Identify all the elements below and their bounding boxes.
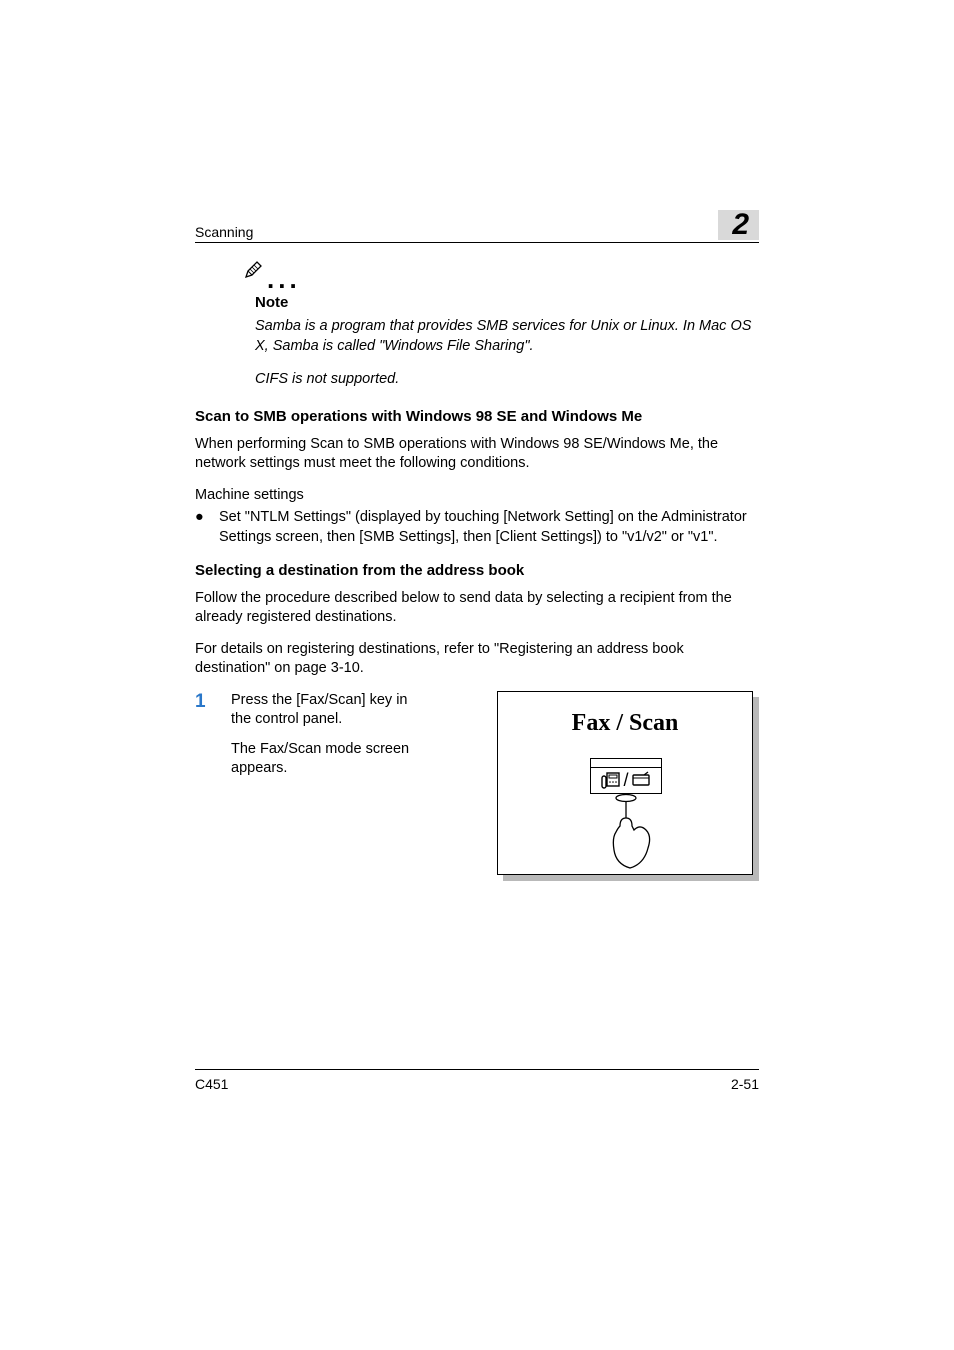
page-content: ... Note Samba is a program that provide… bbox=[195, 260, 759, 881]
page-footer: C451 2-51 bbox=[195, 1069, 759, 1092]
note-ellipsis: ... bbox=[267, 264, 301, 294]
subheading-smb: Scan to SMB operations with Windows 98 S… bbox=[195, 408, 759, 425]
note-title: Note bbox=[255, 294, 759, 311]
footer-model: C451 bbox=[195, 1076, 228, 1092]
note-body-2: CIFS is not supported. bbox=[255, 370, 759, 390]
slash-icon: / bbox=[623, 771, 628, 789]
manual-page: Scanning 2 ... Note Samba is a program t… bbox=[0, 0, 954, 1350]
note-body-1: Samba is a program that provides SMB ser… bbox=[255, 317, 759, 356]
label-machine-settings: Machine settings bbox=[195, 486, 759, 506]
bullet-dot-icon: ● bbox=[195, 508, 219, 547]
para-addrbook-1: Follow the procedure described below to … bbox=[195, 589, 759, 628]
subheading-addrbook: Selecting a destination from the address… bbox=[195, 562, 759, 579]
running-header: Scanning 2 bbox=[195, 210, 759, 243]
figure-fax-scan: Fax / Scan / bbox=[497, 691, 759, 881]
footer-page: 2-51 bbox=[731, 1076, 759, 1092]
step-1-text-b: The Fax/Scan mode screen appears. bbox=[231, 740, 421, 779]
fax-scan-key: / bbox=[590, 758, 662, 794]
step-1: 1 Press the [Fax/Scan] key in the contro… bbox=[195, 691, 759, 881]
para-addrbook-2: For details on registering destinations,… bbox=[195, 640, 759, 679]
step-number: 1 bbox=[195, 691, 231, 713]
bullet-ntlm-text: Set "NTLM Settings" (displayed by touchi… bbox=[219, 508, 759, 547]
hand-press-icon bbox=[606, 794, 661, 869]
fax-icon bbox=[601, 771, 621, 789]
bullet-ntlm: ● Set "NTLM Settings" (displayed by touc… bbox=[195, 508, 759, 547]
section-name: Scanning bbox=[195, 224, 253, 240]
scan-icon bbox=[631, 771, 651, 789]
para-smb-intro: When performing Scan to SMB operations w… bbox=[195, 435, 759, 474]
figure-title: Fax / Scan bbox=[498, 710, 752, 737]
note-pencil-icon bbox=[243, 260, 263, 280]
step-1-text-a: Press the [Fax/Scan] key in the control … bbox=[231, 691, 421, 730]
chapter-number-badge: 2 bbox=[718, 210, 759, 240]
note-block: ... Note Samba is a program that provide… bbox=[255, 260, 759, 390]
